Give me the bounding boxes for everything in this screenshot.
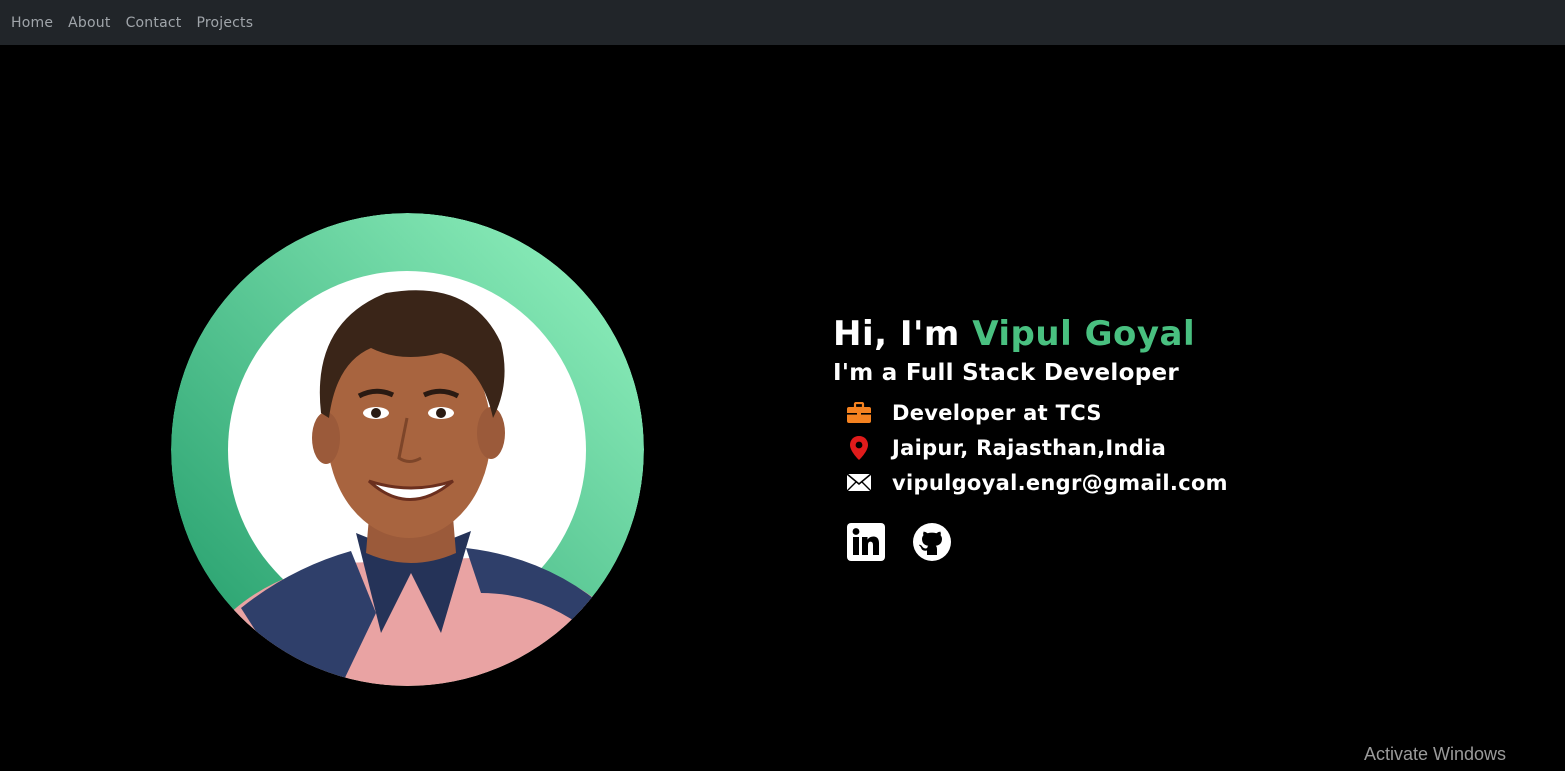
linkedin-icon <box>847 523 885 561</box>
info-row-email: vipulgoyal.engr@gmail.com <box>833 465 1353 500</box>
greeting-heading: Hi, I'm Vipul Goyal <box>833 312 1353 356</box>
nav-link-home[interactable]: Home <box>11 15 53 31</box>
nav-link-about[interactable]: About <box>68 15 110 31</box>
envelope-icon <box>846 470 872 496</box>
briefcase-icon <box>846 400 872 426</box>
greeting-prefix: Hi, I'm <box>833 314 973 354</box>
github-link[interactable] <box>912 522 952 562</box>
location-pin-icon <box>846 435 872 461</box>
info-list: Developer at TCS Jaipur, Rajasthan,India <box>833 395 1353 500</box>
info-row-job: Developer at TCS <box>833 395 1353 430</box>
profile-photo-illustration <box>171 213 644 686</box>
nav-link-projects[interactable]: Projects <box>196 15 253 31</box>
info-row-location: Jaipur, Rajasthan,India <box>833 430 1353 465</box>
activate-windows-watermark: Activate Windows <box>1364 744 1507 764</box>
linkedin-link[interactable] <box>846 522 886 562</box>
github-icon <box>913 523 951 561</box>
info-location-text: Jaipur, Rajasthan,India <box>892 435 1167 460</box>
profile-photo <box>171 213 644 686</box>
role-subtitle: I'm a Full Stack Developer <box>833 360 1180 386</box>
info-email-text[interactable]: vipulgoyal.engr@gmail.com <box>892 471 1228 495</box>
top-navbar: Home About Contact Projects <box>0 0 1565 45</box>
social-links <box>846 522 1353 562</box>
info-job-text: Developer at TCS <box>892 400 1102 425</box>
intro-block: Hi, I'm Vipul Goyal I'm a Full Stack Dev… <box>833 312 1353 562</box>
person-name: Vipul Goyal <box>972 314 1196 354</box>
nav-link-contact[interactable]: Contact <box>126 15 182 31</box>
hero-section: Hi, I'm Vipul Goyal I'm a Full Stack Dev… <box>0 45 1565 771</box>
